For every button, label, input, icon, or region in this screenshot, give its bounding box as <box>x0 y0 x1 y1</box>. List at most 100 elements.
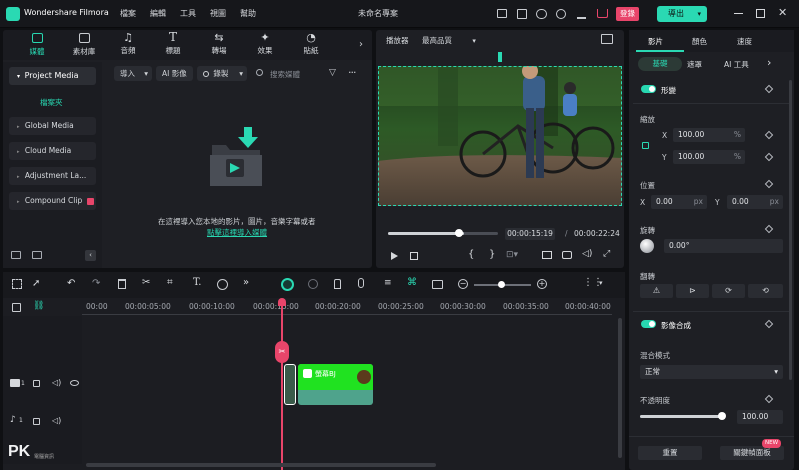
tab-audio[interactable]: ♫ 音頻 <box>115 31 141 56</box>
tab-speed[interactable]: 速度 <box>737 36 752 47</box>
playhead-knob[interactable] <box>455 229 463 237</box>
snapshot-view-icon[interactable] <box>601 34 613 44</box>
sidebar-item-compound-clip[interactable]: ▸ Compound Clip <box>9 192 96 210</box>
speed-icon[interactable] <box>217 279 228 290</box>
selection-frame[interactable] <box>378 66 622 206</box>
record-dropdown[interactable]: 錄製 ▾ <box>197 66 247 81</box>
close-icon[interactable]: ✕ <box>778 6 787 19</box>
collapse-sidebar-button[interactable]: ‹ <box>85 250 96 261</box>
grid-view-icon[interactable] <box>12 279 22 289</box>
chevron-right-icon[interactable]: › <box>359 39 363 50</box>
keyframe-panel-button[interactable]: 關鍵幀面板 <box>720 446 784 460</box>
camera-icon[interactable] <box>562 251 572 259</box>
menu-file[interactable]: 檔案 <box>120 8 136 19</box>
cloud-icon[interactable] <box>536 9 547 19</box>
export-button[interactable]: 導出 ▾ <box>657 6 707 22</box>
scale-x-input[interactable]: 100.00 % <box>673 128 745 142</box>
rotation-input[interactable]: 0.00° <box>664 239 783 253</box>
sidebar-item-cloud-media[interactable]: ▸ Cloud Media <box>9 142 96 160</box>
zoom-slider-knob[interactable] <box>498 281 505 288</box>
caption-icon[interactable] <box>432 280 443 289</box>
tab-media[interactable]: 媒體 <box>24 33 50 57</box>
cart-icon[interactable] <box>597 9 608 18</box>
tab-color[interactable]: 顏色 <box>692 36 707 47</box>
voice-icon[interactable]: ≡ <box>384 278 392 288</box>
flip-horizontal-button[interactable]: ⚠ <box>640 284 673 298</box>
play-icon[interactable] <box>391 252 398 260</box>
mark-in-icon[interactable]: { <box>468 249 474 260</box>
sidebar-folder[interactable]: 檔案夾 <box>40 97 63 108</box>
pos-y-input[interactable]: 0.00 px <box>727 195 783 209</box>
timeline-vscrollbar[interactable] <box>618 318 622 458</box>
lock-icon[interactable] <box>33 418 40 425</box>
compositing-toggle[interactable] <box>641 320 656 328</box>
play-range-icon[interactable] <box>308 279 318 289</box>
split-at-playhead-button[interactable]: ✂ <box>275 341 289 363</box>
tab-titles[interactable]: T 標題 <box>160 31 186 56</box>
zoom-in-icon[interactable]: + <box>537 279 547 289</box>
more-tools-icon[interactable]: » <box>243 277 249 288</box>
import-dropdown[interactable]: 導入 ▾ <box>114 66 152 81</box>
login-button[interactable]: 登錄 <box>616 7 639 21</box>
chevron-down-icon[interactable]: ▾ <box>599 279 603 287</box>
flip-vertical-button[interactable]: ⊳ <box>676 284 709 298</box>
subtab-ai-tools[interactable]: AI 工具 <box>724 59 749 70</box>
tab-stickers[interactable]: ◔ 貼紙 <box>298 31 324 56</box>
eye-icon[interactable] <box>70 380 79 386</box>
subtab-basic[interactable]: 基礎 <box>638 57 682 71</box>
tab-transitions[interactable]: ⇆ 轉場 <box>206 31 232 56</box>
scale-y-input[interactable]: 100.00 % <box>673 150 745 164</box>
crop-icon[interactable]: ⌗ <box>167 277 173 288</box>
subtab-mask[interactable]: 遮罩 <box>687 59 702 70</box>
redo-icon[interactable]: ↷ <box>92 278 100 289</box>
opacity-slider-knob[interactable] <box>718 412 726 420</box>
scissors-icon[interactable]: ✂ <box>142 277 150 288</box>
delete-icon[interactable] <box>118 279 126 289</box>
menu-edit[interactable]: 編輯 <box>150 8 166 19</box>
playhead-marker[interactable] <box>278 298 286 306</box>
snap-icon[interactable]: ⌘ <box>407 277 417 288</box>
reset-button[interactable]: 重置 <box>638 446 702 460</box>
transform-toggle[interactable] <box>641 85 656 93</box>
menu-tools[interactable]: 工具 <box>180 8 196 19</box>
playback-progress-track[interactable] <box>388 232 498 235</box>
split-screen-icon[interactable]: ⊡▾ <box>506 250 518 260</box>
mark-out-icon[interactable]: } <box>489 249 495 260</box>
rotate-right-button[interactable]: ⟳ <box>712 284 745 298</box>
sidebar-item-project-media[interactable]: ▾ Project Media <box>9 67 96 85</box>
zoom-out-icon[interactable]: − <box>458 279 468 289</box>
ai-assist-icon[interactable] <box>281 278 294 291</box>
rotation-dial[interactable] <box>640 239 654 253</box>
folder-icon[interactable] <box>32 251 42 259</box>
opacity-slider-track[interactable] <box>640 415 723 418</box>
tab-video[interactable]: 影片 <box>648 36 663 47</box>
rotate-handle[interactable] <box>498 52 502 62</box>
new-folder-icon[interactable] <box>11 251 21 259</box>
maximize-icon[interactable] <box>756 9 765 18</box>
select-tool-icon[interactable]: ➚ <box>32 278 40 289</box>
tab-stock[interactable]: 素材庫 <box>69 33 99 57</box>
volume-icon[interactable]: ◁) <box>52 416 61 425</box>
save-icon[interactable] <box>517 9 527 19</box>
marker-icon[interactable] <box>334 279 341 289</box>
stop-icon[interactable] <box>410 252 418 260</box>
filter-icon[interactable]: ▽ <box>329 68 336 78</box>
add-track-icon[interactable] <box>12 303 21 312</box>
volume-icon[interactable]: ◁) <box>582 249 592 259</box>
microphone-icon[interactable] <box>358 278 364 288</box>
green-screen-clip[interactable]: 螢幕BJ <box>298 364 373 405</box>
sidebar-item-adjustment-layer[interactable]: ▸ Adjustment La... <box>9 167 96 185</box>
menu-help[interactable]: 幫助 <box>240 8 256 19</box>
timeline-hscrollbar[interactable] <box>86 463 436 467</box>
more-options-icon[interactable]: ··· <box>348 66 356 79</box>
volume-icon[interactable]: ◁) <box>52 378 61 387</box>
video-clip-small[interactable] <box>284 364 296 405</box>
quality-dropdown[interactable]: 最高品質 ▾ <box>422 35 476 46</box>
lock-icon[interactable] <box>33 380 40 387</box>
undo-icon[interactable]: ↶ <box>67 278 75 289</box>
blend-mode-select[interactable]: 正常 ▾ <box>640 365 783 379</box>
fullscreen-icon[interactable]: ⤢ <box>603 249 610 259</box>
import-media-link[interactable]: 點擊這裡導入媒體 <box>207 227 267 238</box>
search-input[interactable]: 搜索媒體 <box>270 69 300 80</box>
minimize-icon[interactable] <box>734 13 743 14</box>
